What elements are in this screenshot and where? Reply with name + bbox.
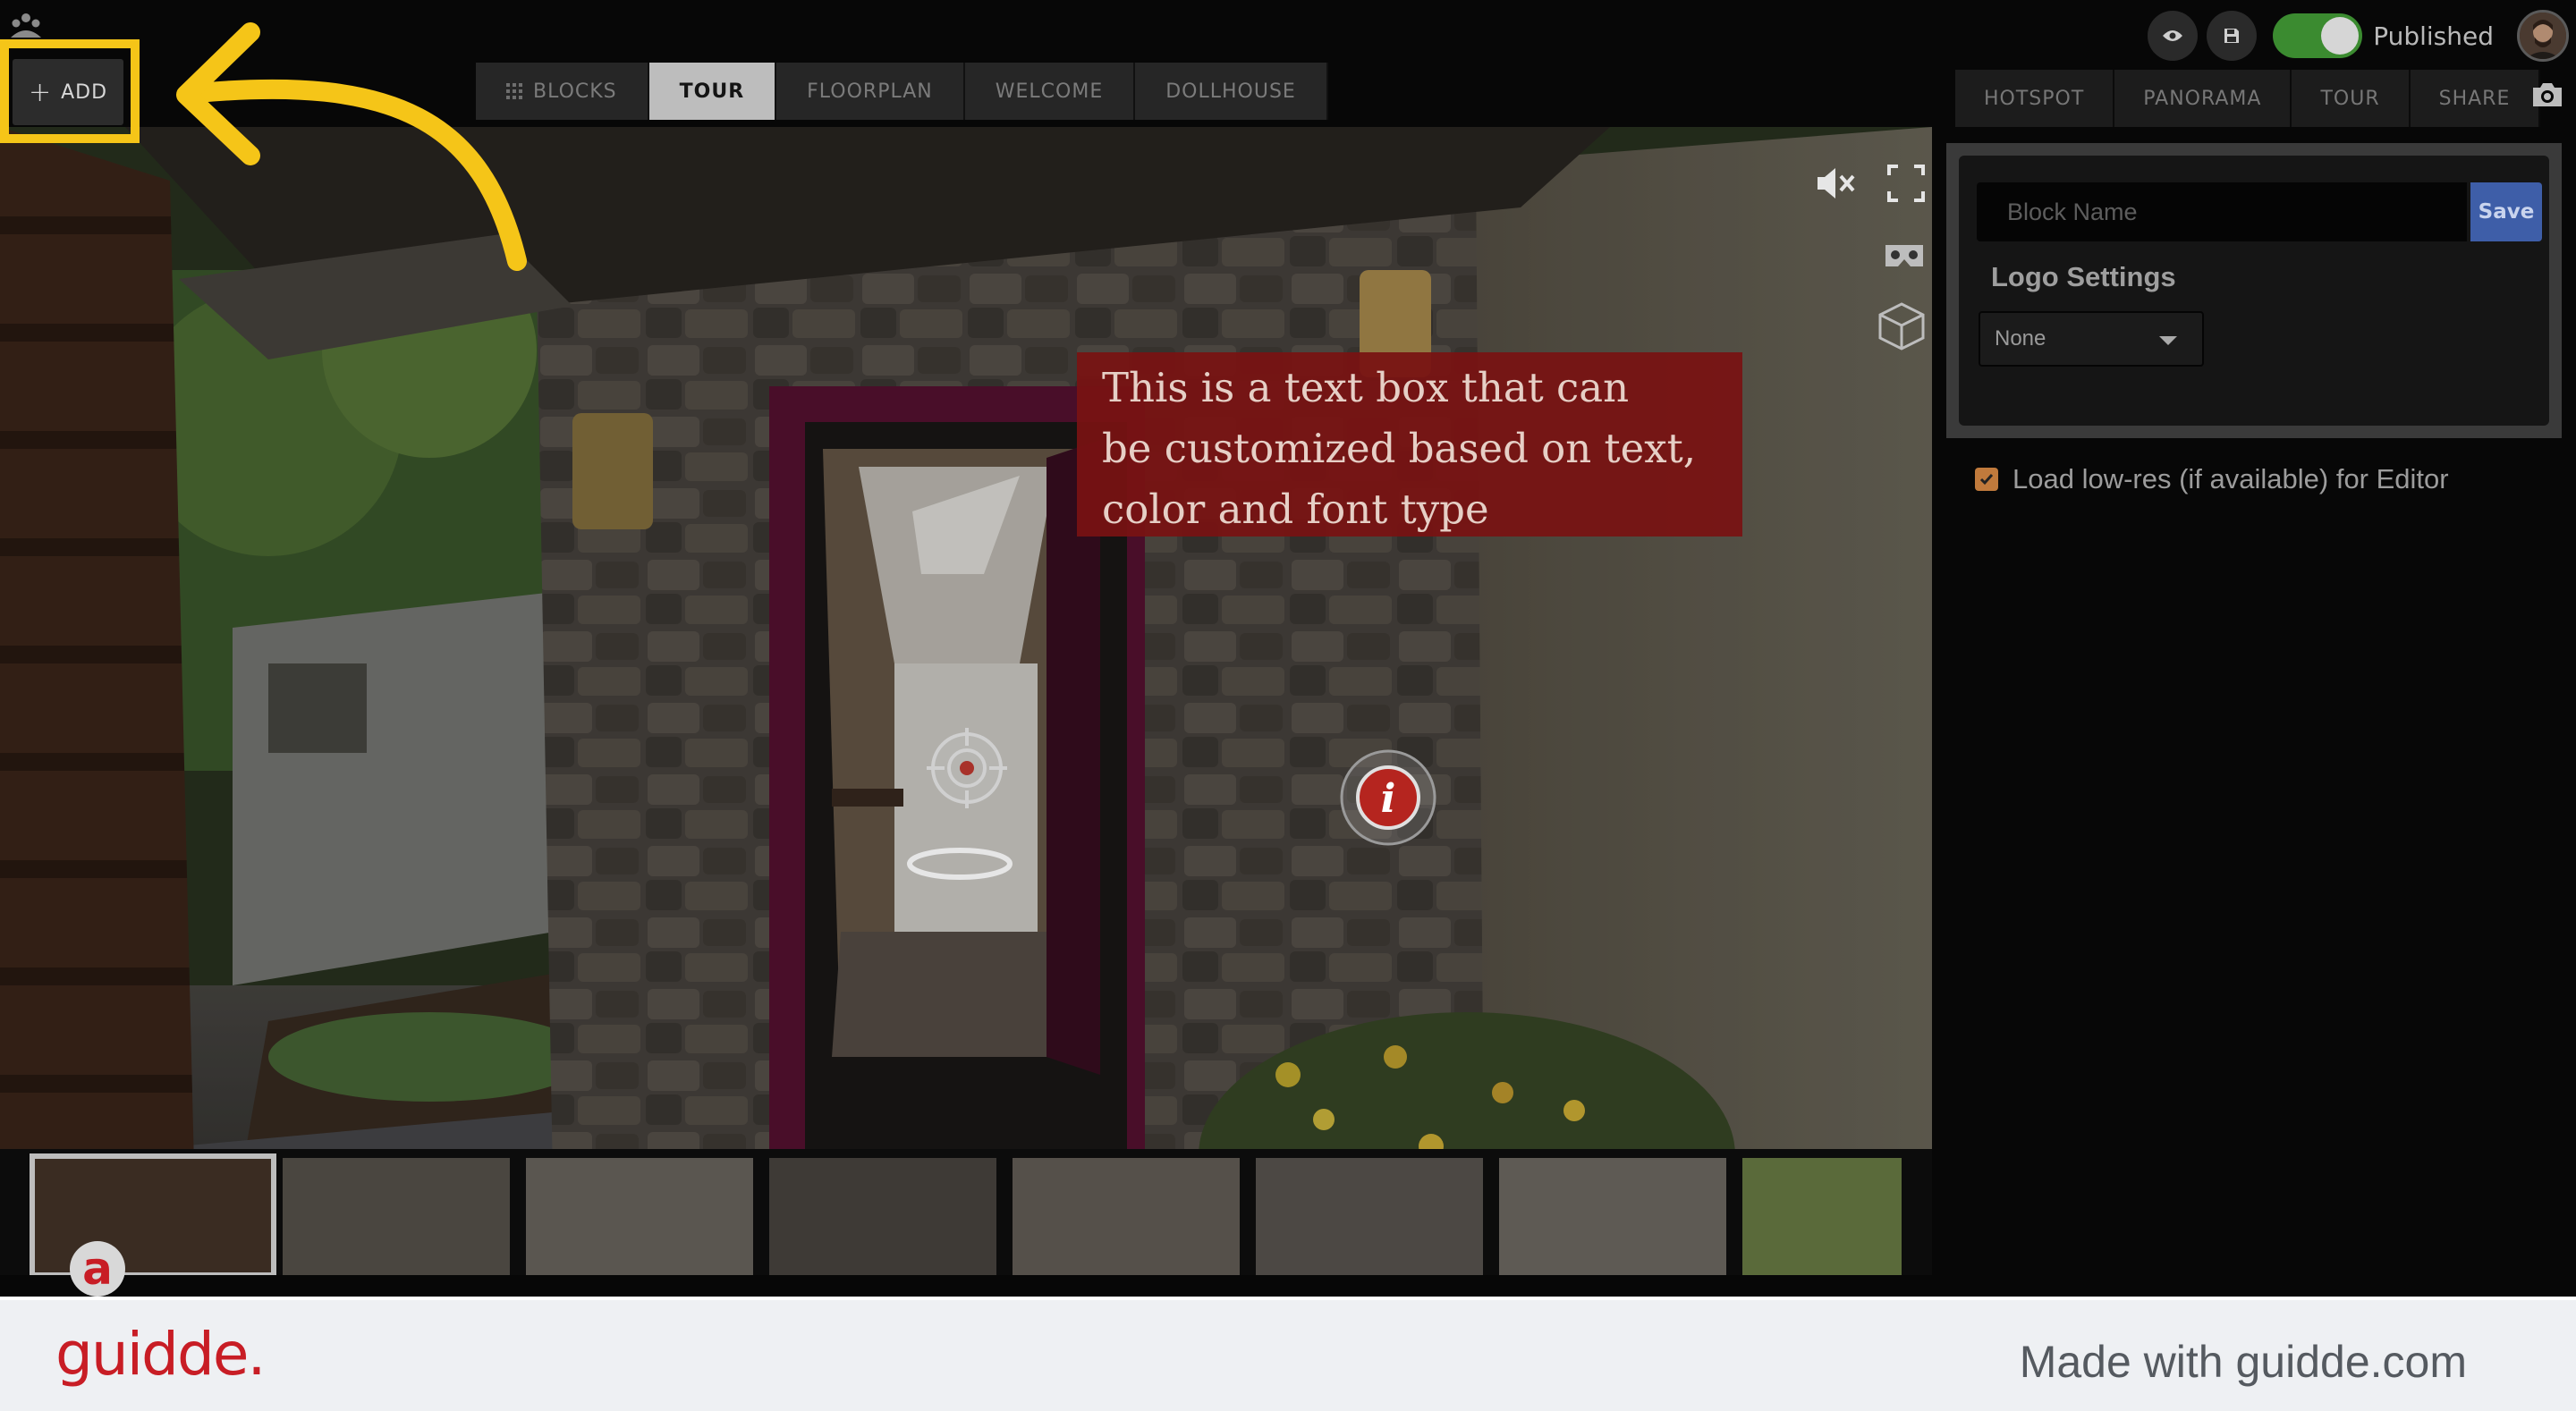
eye-icon bbox=[2163, 30, 2183, 41]
tab-welcome[interactable]: WELCOME bbox=[964, 63, 1136, 120]
lowres-label: Load low-res (if available) for Editor bbox=[2012, 463, 2449, 494]
caret-down-icon bbox=[2159, 336, 2177, 345]
panorama-thumbnail-strip[interactable] bbox=[0, 1149, 1932, 1275]
tab-panorama[interactable]: PANORAMA bbox=[2114, 70, 2292, 127]
tab-floorplan[interactable]: FLOORPLAN bbox=[776, 63, 965, 120]
target-hotspot-icon[interactable] bbox=[927, 728, 1007, 808]
avatar[interactable] bbox=[2517, 10, 2569, 62]
tab-panel-tour[interactable]: TOUR bbox=[2292, 70, 2411, 127]
guidde-logo: guidde. bbox=[55, 1320, 266, 1389]
panorama-viewer[interactable]: This is a text box that can be customize… bbox=[0, 127, 1932, 1275]
preview-button[interactable] bbox=[2148, 11, 2199, 61]
top-bar: + ADD BLOCKS TOUR FLOORPLAN WELCOME DOLL… bbox=[0, 0, 2576, 127]
vr-headset-icon[interactable] bbox=[1882, 232, 1927, 277]
mode-tabs: BLOCKS TOUR FLOORPLAN WELCOME DOLLHOUSE bbox=[476, 63, 1328, 120]
grid-icon bbox=[506, 83, 522, 99]
tab-share[interactable]: SHARE bbox=[2410, 70, 2541, 127]
guidde-footer: guidde. Made with guidde.com bbox=[0, 1297, 2576, 1411]
block-settings-card: Save Logo Settings None bbox=[1959, 156, 2549, 426]
publish-status-label: Published bbox=[2373, 21, 2494, 51]
app-logo-icon[interactable] bbox=[5, 11, 47, 41]
panorama-image bbox=[0, 127, 1932, 1275]
tab-blocks[interactable]: BLOCKS bbox=[476, 63, 649, 120]
plus-icon: + bbox=[28, 76, 53, 108]
tab-label: HOTSPOT bbox=[1984, 87, 2085, 110]
save-button[interactable]: Save bbox=[2470, 182, 2542, 241]
panel-tabs: HOTSPOT PANORAMA TOUR SHARE bbox=[1955, 70, 2541, 127]
floor-navigation-ring[interactable] bbox=[905, 846, 1014, 882]
checkmark-icon bbox=[1979, 474, 1994, 486]
info-icon[interactable]: i bbox=[1338, 748, 1438, 848]
save-tour-button[interactable] bbox=[2207, 11, 2258, 61]
tab-dollhouse[interactable]: DOLLHOUSE bbox=[1135, 63, 1328, 120]
mute-icon[interactable] bbox=[1812, 161, 1857, 206]
tab-label: TOUR bbox=[679, 80, 745, 103]
add-button[interactable]: + ADD bbox=[13, 59, 123, 125]
save-icon bbox=[2224, 29, 2240, 43]
tab-label: TOUR bbox=[2320, 87, 2380, 110]
cube-icon[interactable] bbox=[1877, 300, 1927, 351]
tab-label: PANORAMA bbox=[2143, 87, 2262, 110]
tab-label: BLOCKS bbox=[533, 80, 617, 103]
tab-label: SHARE bbox=[2438, 87, 2511, 110]
logo-select[interactable]: None bbox=[1979, 311, 2204, 367]
tab-hotspot[interactable]: HOTSPOT bbox=[1955, 70, 2115, 127]
footer-tagline: Made with guidde.com bbox=[2019, 1337, 2467, 1387]
tab-label: DOLLHOUSE bbox=[1165, 80, 1296, 103]
logo-settings-title: Logo Settings bbox=[1991, 261, 2176, 292]
guidde-badge: a bbox=[70, 1241, 125, 1297]
tab-tour[interactable]: TOUR bbox=[648, 63, 777, 120]
logo-select-value: None bbox=[1995, 326, 2046, 351]
fullscreen-icon[interactable] bbox=[1884, 161, 1928, 206]
tab-label: WELCOME bbox=[995, 80, 1104, 103]
top-right-controls: Published bbox=[2148, 10, 2576, 62]
text-box-hotspot[interactable]: This is a text box that can be customize… bbox=[1077, 352, 1742, 537]
add-button-label: ADD bbox=[61, 80, 108, 104]
lowres-checkbox[interactable] bbox=[1975, 468, 1998, 491]
camera-icon[interactable] bbox=[2529, 79, 2565, 111]
block-name-input[interactable] bbox=[1977, 182, 2467, 241]
svg-text:i: i bbox=[1381, 776, 1396, 822]
publish-toggle[interactable] bbox=[2273, 13, 2363, 58]
lowres-option: Load low-res (if available) for Editor bbox=[1975, 463, 2449, 495]
block-settings-panel: Save Logo Settings None bbox=[1946, 143, 2562, 438]
tab-label: FLOORPLAN bbox=[807, 80, 933, 103]
